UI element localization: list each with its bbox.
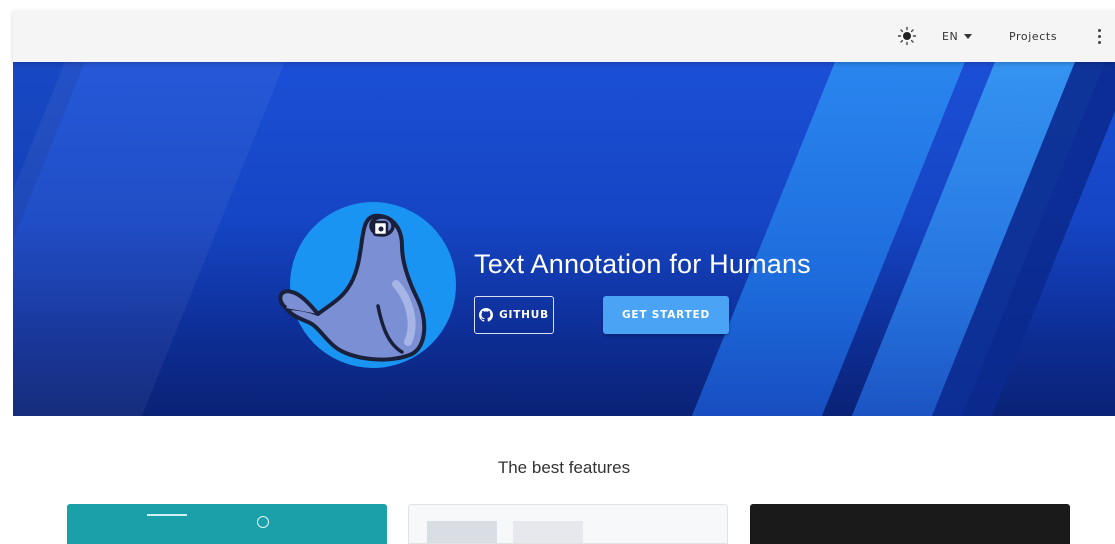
- card-illustration: [427, 521, 497, 543]
- language-label: EN: [942, 29, 959, 43]
- card-illustration: [257, 516, 269, 528]
- hero-title: Text Annotation for Humans: [474, 249, 811, 279]
- feature-card[interactable]: [67, 504, 387, 544]
- feature-card[interactable]: [750, 504, 1070, 544]
- feature-card[interactable]: [408, 504, 728, 544]
- theme-toggle-button[interactable]: [893, 10, 921, 62]
- projects-label: Projects: [1009, 29, 1058, 43]
- features-section-title: The best features: [497, 458, 631, 477]
- card-illustration: [147, 514, 187, 516]
- get-started-button[interactable]: GET STARTED: [603, 296, 729, 334]
- top-app-bar: EN Projects: [13, 10, 1115, 62]
- more-vert-icon: [1097, 28, 1101, 32]
- page: EN Projects Text Annotation for Humans G…: [13, 10, 1115, 544]
- get-started-label: GET STARTED: [621, 309, 711, 321]
- github-icon: [479, 308, 494, 322]
- sun-icon: [897, 26, 917, 46]
- language-menu-button[interactable]: EN: [942, 10, 973, 62]
- seal-icon: [278, 213, 427, 362]
- caret-down-icon: [964, 33, 973, 39]
- hero-banner: Text Annotation for Humans GITHUB GET ST…: [13, 62, 1115, 416]
- github-label: GITHUB: [499, 309, 549, 321]
- hero-background-stripe: [13, 62, 293, 416]
- more-menu-button[interactable]: [1091, 10, 1107, 62]
- projects-link[interactable]: Projects: [1009, 10, 1057, 62]
- card-illustration: [513, 521, 583, 543]
- seal-mascot-logo: [278, 202, 456, 368]
- github-button[interactable]: GITHUB: [474, 296, 554, 334]
